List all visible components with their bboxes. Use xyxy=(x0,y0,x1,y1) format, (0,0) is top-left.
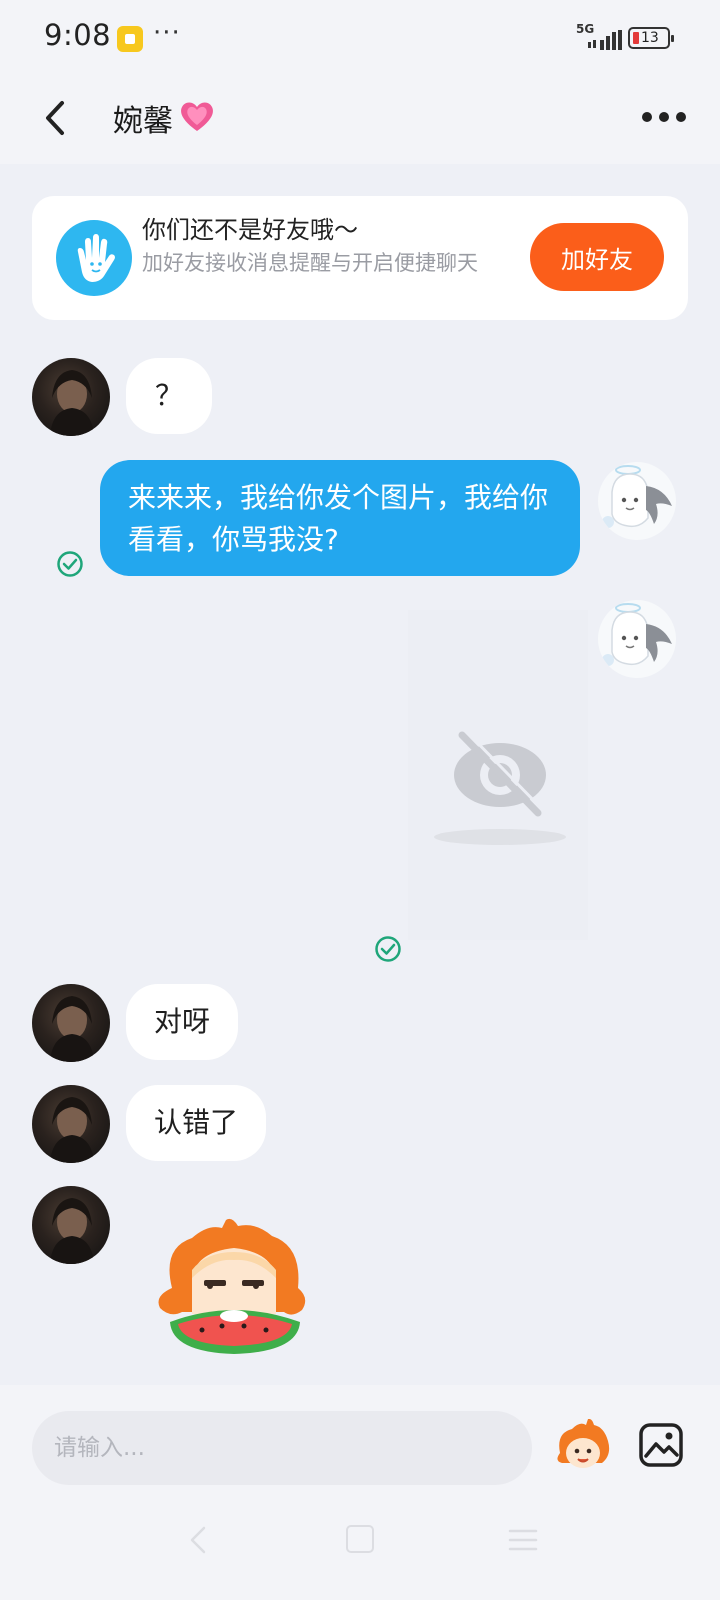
status-bar: 9:08 ··· 5G 13 xyxy=(0,0,720,76)
notification-app-icon xyxy=(117,26,143,52)
self-avatar[interactable] xyxy=(598,600,676,678)
contact-avatar[interactable] xyxy=(32,1186,110,1264)
chat-title: 婉馨 xyxy=(113,104,173,139)
hidden-eye-icon xyxy=(434,729,566,845)
read-check-icon xyxy=(57,551,83,577)
status-time: 9:08 xyxy=(44,18,112,52)
emoji-sticker-icon[interactable] xyxy=(552,1419,612,1475)
nav-home-icon[interactable] xyxy=(346,1525,374,1553)
battery-percent: 13 xyxy=(641,30,659,46)
signal-icon xyxy=(588,30,622,50)
chevron-left-icon[interactable] xyxy=(40,98,70,138)
watermelon-sticker-icon[interactable] xyxy=(152,1218,316,1364)
more-dots-icon[interactable] xyxy=(642,110,686,124)
banner-title: 你们还不是好友哦～ xyxy=(142,216,358,244)
nav-recent-icon[interactable] xyxy=(508,1528,538,1552)
add-friend-button[interactable]: 加好友 xyxy=(530,223,664,291)
contact-avatar[interactable] xyxy=(32,1085,110,1163)
contact-avatar[interactable] xyxy=(32,984,110,1062)
message-input[interactable] xyxy=(32,1411,532,1485)
input-bar xyxy=(0,1385,720,1600)
status-more-icon: ··· xyxy=(153,18,181,48)
message-bubble-incoming[interactable]: ？ xyxy=(126,358,212,434)
pink-heart-icon xyxy=(181,102,213,131)
read-check-icon xyxy=(375,936,401,962)
nav-back-icon[interactable] xyxy=(186,1525,210,1555)
battery-level xyxy=(633,32,639,44)
hand-wave-icon xyxy=(56,220,132,296)
chat-header: 婉馨 xyxy=(0,76,720,164)
self-avatar[interactable] xyxy=(598,462,676,540)
message-bubble-outgoing[interactable]: 来来来，我给你发个图片，我给你看看，你骂我没? xyxy=(100,460,580,576)
message-bubble-incoming[interactable]: 对呀 xyxy=(126,984,239,1060)
image-icon[interactable] xyxy=(638,1422,684,1468)
banner-subtitle: 加好友接收消息提醒与开启便捷聊天 xyxy=(142,251,478,275)
add-friend-banner: 你们还不是好友哦～ 加好友接收消息提醒与开启便捷聊天 加好友 xyxy=(32,196,688,320)
message-bubble-incoming[interactable]: 认错了 xyxy=(126,1085,267,1161)
battery-icon: 13 xyxy=(628,27,674,49)
contact-avatar[interactable] xyxy=(32,358,110,436)
